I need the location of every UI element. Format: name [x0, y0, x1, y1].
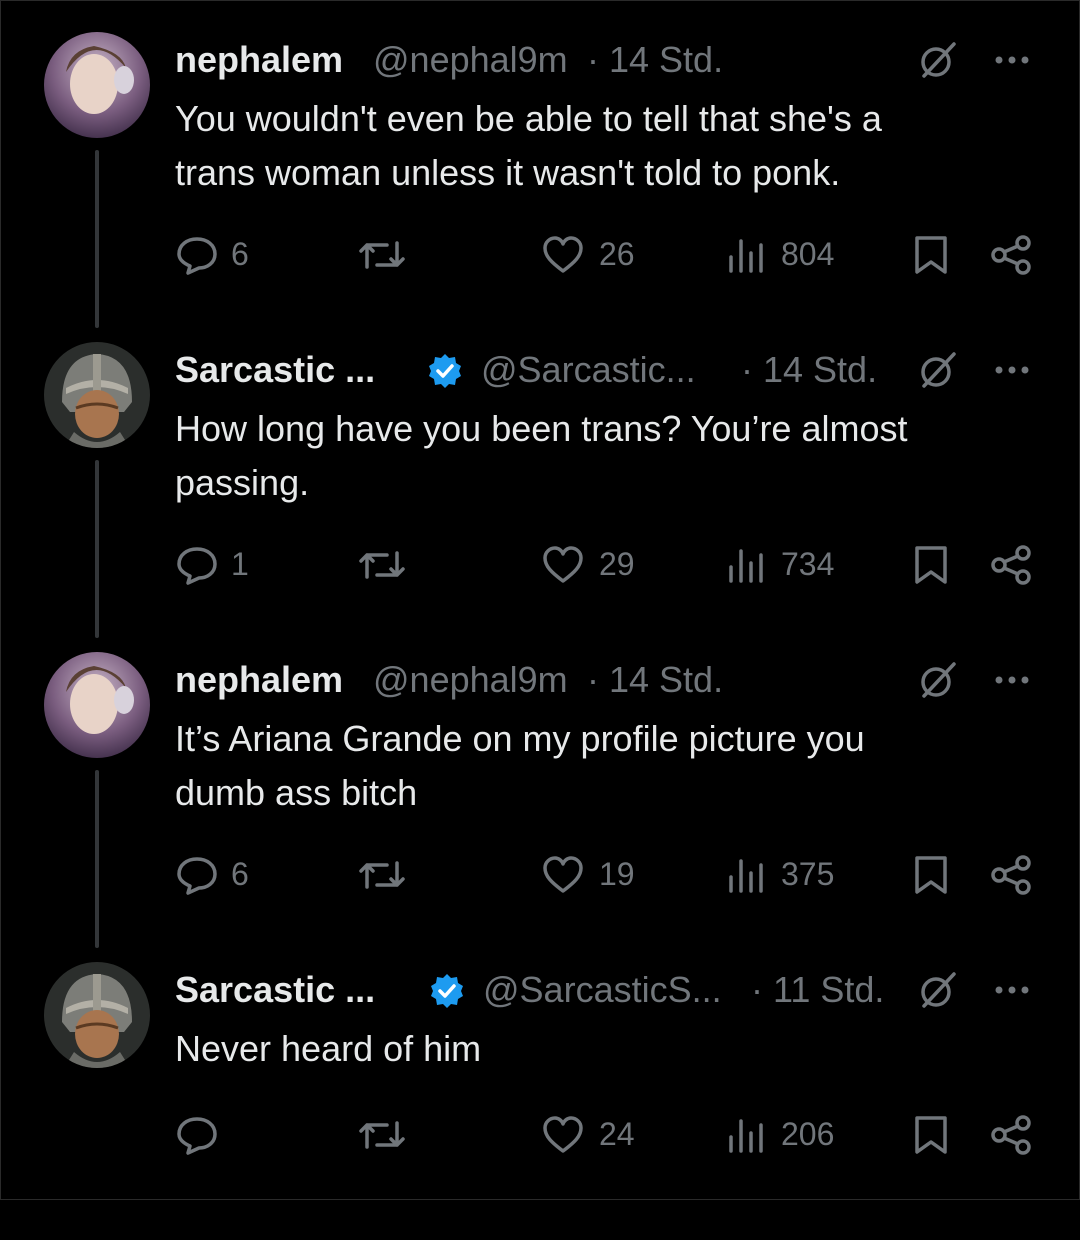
more-dots-icon[interactable]: [990, 968, 1034, 1012]
avatar[interactable]: [44, 652, 150, 758]
tweet-2[interactable]: Sarcastic ... @Sarcastic... · 14 Std. Ho…: [0, 310, 1080, 638]
reply-count: 1: [231, 546, 249, 582]
retweet-icon: [359, 1121, 405, 1149]
action-bar: 24 206: [175, 1110, 1035, 1160]
tweet-header: Sarcastic ... @SarcasticS... · 11 Std.: [175, 968, 1055, 1012]
reply-count: 6: [231, 236, 249, 272]
share-icon: [991, 855, 1031, 895]
views-count: 734: [781, 546, 835, 582]
share-icon: [991, 545, 1031, 585]
more-dots-icon[interactable]: [990, 658, 1034, 702]
tweet-text-line: It’s Ariana Grande on my profile picture…: [175, 718, 865, 759]
tweet-text-line: dumb ass bitch: [175, 772, 418, 813]
tweet-header: Sarcastic ... @Sarcastic... · 14 Std.: [175, 348, 1055, 392]
user-handle[interactable]: @SarcasticS...: [483, 968, 722, 1012]
timestamp[interactable]: · 11 Std.: [751, 968, 884, 1012]
share-icon: [991, 1115, 1031, 1155]
retweet-icon: [359, 551, 405, 579]
thread-line: [95, 460, 99, 638]
reply-bubble-icon: [177, 1117, 217, 1155]
like-count: 26: [599, 236, 635, 272]
reply-count: 6: [231, 856, 249, 892]
tweet-3[interactable]: nephalem @nephal9m · 14 Std. It’s Ariana…: [0, 620, 1080, 948]
views-count: 375: [781, 856, 835, 892]
reply-bubble-icon: [177, 237, 217, 275]
tweet-text: You wouldn't even be able to tell that s…: [175, 92, 1035, 200]
tweet-text-line: trans woman unless it wasn't told to pon…: [175, 152, 841, 193]
tweet-text-line: How long have you been trans? You’re alm…: [175, 408, 908, 449]
views-bar-chart-icon: [729, 239, 763, 273]
tweet-text-line: passing.: [175, 462, 310, 503]
timestamp[interactable]: · 14 Std.: [587, 38, 723, 82]
heart-icon: [543, 236, 583, 273]
action-bar: 6 19 375: [175, 850, 1035, 900]
bookmark-icon: [915, 1116, 947, 1154]
thread-line: [95, 150, 99, 328]
like-count: 24: [599, 1116, 635, 1152]
user-handle[interactable]: @Sarcastic...: [481, 348, 696, 392]
views-count: 804: [781, 236, 835, 272]
grok-slash-circle-icon[interactable]: [918, 660, 958, 700]
avatar[interactable]: [44, 32, 150, 138]
timestamp[interactable]: · 14 Std.: [741, 348, 877, 392]
heart-icon: [543, 546, 583, 583]
tweet-header: nephalem @nephal9m · 14 Std.: [175, 658, 1055, 702]
display-name[interactable]: nephalem: [175, 38, 343, 82]
grok-slash-circle-icon[interactable]: [918, 350, 958, 390]
like-count: 29: [599, 546, 635, 582]
more-dots-icon[interactable]: [990, 348, 1034, 392]
heart-icon: [543, 856, 583, 893]
heart-icon: [543, 1116, 583, 1153]
action-bar: 6 26 804: [175, 230, 1035, 280]
tweet-4[interactable]: Sarcastic ... @SarcasticS... · 11 Std. N…: [0, 930, 1080, 1240]
bookmark-icon: [915, 546, 947, 584]
tweet-text-line: Never heard of him: [175, 1028, 482, 1069]
views-bar-chart-icon: [729, 549, 763, 583]
views-count: 206: [781, 1116, 835, 1152]
views-bar-chart-icon: [729, 1119, 763, 1153]
tweet-text: Never heard of him: [175, 1022, 1035, 1076]
tweet-1[interactable]: nephalem @nephal9m · 14 Std. You wouldn'…: [0, 0, 1080, 328]
verified-badge-icon: [429, 354, 461, 388]
more-dots-icon[interactable]: [990, 38, 1034, 82]
display-name[interactable]: Sarcastic ...: [175, 348, 375, 392]
verified-badge-icon: [431, 974, 463, 1008]
like-count: 19: [599, 856, 635, 892]
user-handle[interactable]: @nephal9m: [373, 658, 568, 702]
user-handle[interactable]: @nephal9m: [373, 38, 568, 82]
grok-slash-circle-icon[interactable]: [918, 40, 958, 80]
views-bar-chart-icon: [729, 859, 763, 893]
bookmark-icon: [915, 856, 947, 894]
retweet-icon: [359, 241, 405, 269]
display-name[interactable]: nephalem: [175, 658, 343, 702]
avatar[interactable]: [44, 342, 150, 448]
timestamp[interactable]: · 14 Std.: [587, 658, 723, 702]
tweet-header: nephalem @nephal9m · 14 Std.: [175, 38, 1055, 82]
thread-line: [95, 770, 99, 948]
grok-slash-circle-icon[interactable]: [918, 970, 958, 1010]
tweet-text: How long have you been trans? You’re alm…: [175, 402, 1035, 510]
avatar[interactable]: [44, 962, 150, 1068]
action-bar: 1 29 734: [175, 540, 1035, 590]
reply-bubble-icon: [177, 547, 217, 585]
display-name[interactable]: Sarcastic ...: [175, 968, 375, 1012]
reply-bubble-icon: [177, 857, 217, 895]
tweet-text-line: You wouldn't even be able to tell that s…: [175, 98, 882, 139]
retweet-icon: [359, 861, 405, 889]
tweet-text: It’s Ariana Grande on my profile picture…: [175, 712, 1035, 820]
bookmark-icon: [915, 236, 947, 274]
share-icon: [991, 235, 1031, 275]
